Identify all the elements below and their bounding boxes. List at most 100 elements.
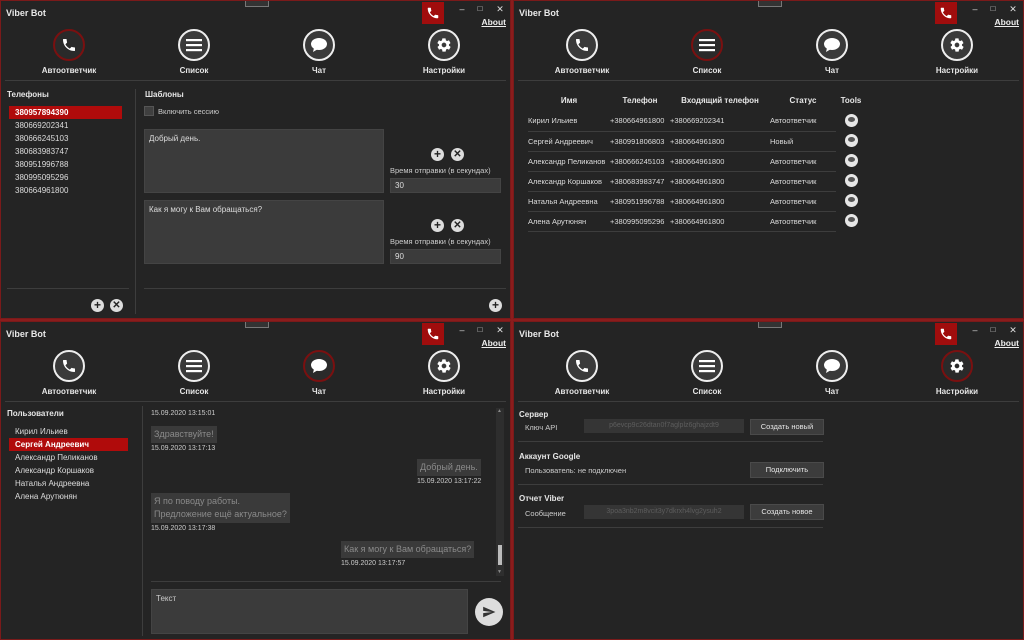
nav-chat[interactable]: Чат	[792, 350, 872, 396]
remove-template-button[interactable]: ✕	[451, 219, 464, 232]
minimize-button[interactable]: –	[968, 324, 982, 336]
maximize-button[interactable]: □	[473, 3, 487, 15]
about-link[interactable]: About	[994, 17, 1019, 27]
nav-list[interactable]: Список	[667, 350, 747, 396]
chat-bubble-icon[interactable]	[844, 113, 858, 127]
remove-phone-button[interactable]: ✕	[110, 299, 123, 312]
nav-autoresponder[interactable]: Автоответчик	[542, 350, 622, 396]
maximize-button[interactable]: □	[986, 3, 1000, 15]
user-item[interactable]: Наталья Андреевна	[9, 477, 128, 490]
column-header: Имя	[560, 95, 578, 105]
phone-item[interactable]: 380683983747	[9, 145, 122, 158]
minimize-button[interactable]: –	[455, 324, 469, 336]
server-title: Сервер	[519, 410, 549, 419]
drag-handle[interactable]	[245, 322, 269, 328]
send-icon	[483, 606, 496, 618]
nav-autoresponder[interactable]: Автоответчик	[29, 29, 109, 75]
add-template-button[interactable]: +	[431, 219, 444, 232]
table-row[interactable]: Кирил Ильиев +380664961800 +380669202341 Ав…	[528, 111, 866, 132]
chat-bubble-icon[interactable]	[844, 133, 858, 147]
drag-handle[interactable]	[758, 322, 782, 328]
chat-bubble-icon[interactable]	[844, 193, 858, 207]
scrollbar-thumb[interactable]	[498, 545, 502, 565]
phone-item[interactable]: 380995095296	[9, 171, 122, 184]
nav-list[interactable]: Список	[154, 29, 234, 75]
nav-settings[interactable]: Настройки	[404, 29, 484, 75]
nav-chat[interactable]: Чат	[792, 29, 872, 75]
nav-chat[interactable]: Чат	[279, 29, 359, 75]
close-button[interactable]: ✕	[493, 324, 507, 336]
gear-icon	[941, 29, 973, 61]
user-item[interactable]: Александр Пеликанов	[9, 451, 128, 464]
template-text-2[interactable]: Как я могу к Вам обращаться?	[144, 200, 384, 264]
session-checkbox[interactable]	[144, 106, 154, 116]
user-item[interactable]: Александр Коршаков	[9, 464, 128, 477]
nav-list[interactable]: Список	[667, 29, 747, 75]
phone-item[interactable]: 380669202341	[9, 119, 122, 132]
chat-bubble-icon[interactable]	[844, 213, 858, 227]
table-row[interactable]: Алена Арутюнян +380995095296 +380664961800…	[528, 211, 866, 232]
delay-input[interactable]: 90	[390, 249, 501, 264]
message-text: Добрый день.	[417, 459, 482, 476]
phone-item[interactable]: 380951996788	[9, 158, 122, 171]
about-link[interactable]: About	[481, 17, 506, 27]
table-row[interactable]: Наталья Андреевна +380951996788 +380664961…	[528, 191, 866, 212]
nav-label: Список	[179, 387, 209, 396]
nav-chat[interactable]: Чат	[279, 350, 359, 396]
nav-settings[interactable]: Настройки	[917, 350, 997, 396]
connect-google-button[interactable]: Подключить	[750, 462, 824, 478]
table-row[interactable]: Александр Коршаков +380683983747 +38066496…	[528, 171, 866, 192]
app-title: Viber Bot	[519, 329, 559, 339]
nav-list[interactable]: Список	[154, 350, 234, 396]
nav-label: Список	[692, 66, 722, 75]
chat-bubble-icon[interactable]	[844, 153, 858, 167]
message-text: Здравствуйте!	[151, 426, 217, 443]
create-viber-key-button[interactable]: Создать новое	[750, 504, 824, 520]
table-row[interactable]: Сергей Андреевич +380991806803 +3806649618…	[528, 131, 866, 152]
user-item[interactable]: Кирил Ильиев	[9, 425, 128, 438]
about-link[interactable]: About	[481, 338, 506, 348]
message-input[interactable]: Текст	[151, 589, 468, 634]
cell-name: Наталья Андреевна	[528, 191, 610, 212]
viber-key-field[interactable]: 3poa3nb2m8vcit3y7dkrxh4lvg2ysuh2	[584, 505, 744, 519]
nav-label: Чат	[312, 66, 326, 75]
table-row[interactable]: Александр Пеликанов +380666245103 +3806649…	[528, 151, 866, 172]
users-title: Пользователи	[7, 409, 64, 418]
remove-template-button[interactable]: ✕	[451, 148, 464, 161]
minimize-button[interactable]: –	[968, 3, 982, 15]
templates-title: Шаблоны	[145, 90, 184, 99]
chat-bubble-icon[interactable]	[844, 173, 858, 187]
phone-item[interactable]: 380957894390	[9, 106, 122, 119]
session-label: Включить сессию	[158, 107, 219, 116]
scroll-up-icon[interactable]: ▲	[497, 408, 502, 414]
template-text-1[interactable]: Добрый день.	[144, 129, 384, 193]
user-item[interactable]: Алена Арутюнян	[9, 490, 128, 503]
nav-autoresponder[interactable]: Автоответчик	[29, 350, 109, 396]
add-template-button[interactable]: +	[431, 148, 444, 161]
add-new-template-button[interactable]: +	[489, 299, 502, 312]
close-button[interactable]: ✕	[493, 3, 507, 15]
drag-handle[interactable]	[758, 1, 782, 7]
nav-settings[interactable]: Настройки	[404, 350, 484, 396]
close-button[interactable]: ✕	[1006, 324, 1020, 336]
api-key-field[interactable]: p6evcp9c26dtan0f7aglplz6ghajzdt9	[584, 419, 744, 433]
nav-label: Настройки	[422, 66, 466, 75]
phone-item[interactable]: 380664961800	[9, 184, 122, 197]
cell-phone: +380951996788	[610, 191, 670, 212]
user-item[interactable]: Сергей Андреевич	[9, 438, 128, 451]
nav-autoresponder[interactable]: Автоответчик	[542, 29, 622, 75]
nav-settings[interactable]: Настройки	[917, 29, 997, 75]
scrollbar[interactable]: ▲ ▼	[496, 408, 504, 576]
create-api-key-button[interactable]: Создать новый	[750, 419, 824, 435]
maximize-button[interactable]: □	[986, 324, 1000, 336]
close-button[interactable]: ✕	[1006, 3, 1020, 15]
send-button[interactable]	[475, 598, 503, 626]
drag-handle[interactable]	[245, 1, 269, 7]
about-link[interactable]: About	[994, 338, 1019, 348]
minimize-button[interactable]: –	[455, 3, 469, 15]
scroll-down-icon[interactable]: ▼	[497, 569, 502, 575]
add-phone-button[interactable]: +	[91, 299, 104, 312]
phone-item[interactable]: 380666245103	[9, 132, 122, 145]
maximize-button[interactable]: □	[473, 324, 487, 336]
delay-input[interactable]: 30	[390, 178, 501, 193]
